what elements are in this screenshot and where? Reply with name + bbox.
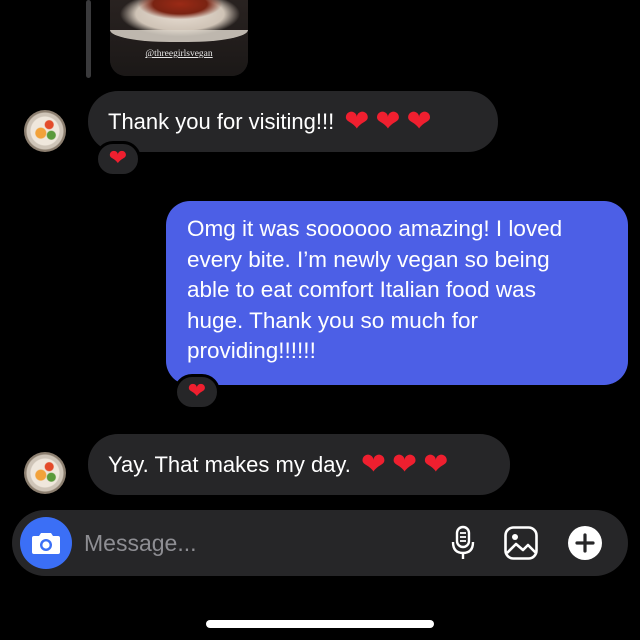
- plus-icon: [568, 526, 602, 560]
- reply-thread-line: [86, 0, 91, 78]
- heart-emoji: ❤: [423, 446, 449, 482]
- message-line: Omg it was soooooo amazing! I loved: [187, 216, 563, 241]
- camera-icon: [32, 533, 60, 554]
- heart-emoji-group: ❤ ❤ ❤: [344, 103, 432, 139]
- heart-emoji: ❤: [375, 103, 401, 139]
- gallery-button[interactable]: [502, 524, 540, 562]
- message-line: able to eat comfort Italian food was: [187, 277, 536, 302]
- sender-avatar[interactable]: [24, 110, 66, 152]
- message-text: Thank you for visiting!!!: [108, 108, 335, 134]
- incoming-message-bubble[interactable]: Thank you for visiting!!! ❤ ❤ ❤: [88, 91, 498, 152]
- heart-reaction-icon: ❤: [108, 146, 128, 171]
- message-input[interactable]: [84, 510, 424, 576]
- heart-emoji: ❤: [360, 446, 387, 482]
- outgoing-message-bubble[interactable]: Omg it was soooooo amazing! I loved ever…: [166, 201, 628, 385]
- incoming-message-bubble[interactable]: Yay. That makes my day. ❤ ❤ ❤: [88, 434, 510, 495]
- home-indicator[interactable]: [206, 620, 434, 628]
- microphone-button[interactable]: [444, 524, 482, 562]
- chat-screen: @threegirlsvegan Thank you for visiting!…: [0, 0, 640, 640]
- heart-emoji-group: ❤ ❤ ❤: [360, 446, 449, 482]
- image-gallery-icon: [504, 526, 538, 560]
- message-reaction[interactable]: ❤: [174, 374, 220, 410]
- sender-avatar[interactable]: [24, 452, 66, 494]
- message-text: Yay. That makes my day.: [108, 451, 351, 477]
- message-reaction[interactable]: ❤: [95, 141, 141, 177]
- post-credit[interactable]: @threegirlsvegan: [110, 49, 248, 59]
- message-line: huge. Thank you so much for: [187, 307, 479, 333]
- microphone-icon: [451, 525, 475, 559]
- message-composer: [12, 510, 628, 576]
- message-line: providing!!!!!!: [187, 338, 316, 363]
- shared-post-preview[interactable]: @threegirlsvegan: [110, 0, 248, 76]
- camera-button[interactable]: [20, 517, 72, 569]
- more-options-button[interactable]: [566, 524, 604, 562]
- message-line: every bite. I’m newly vegan so being: [187, 246, 550, 272]
- heart-emoji: ❤: [344, 103, 370, 139]
- heart-emoji: ❤: [406, 103, 432, 139]
- heart-reaction-icon: ❤: [187, 379, 207, 404]
- heart-emoji: ❤: [392, 446, 418, 482]
